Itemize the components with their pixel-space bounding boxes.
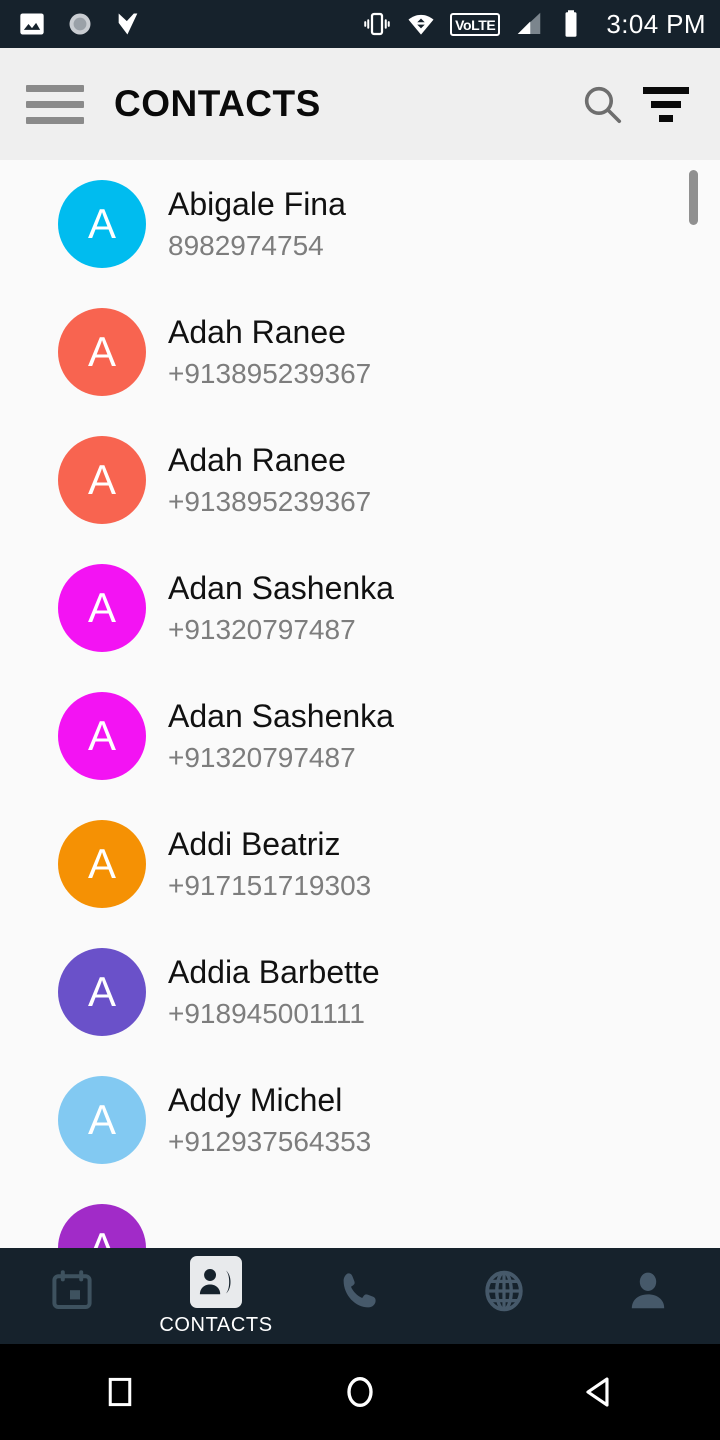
contact-name: Adah Ranee [168, 441, 346, 478]
avatar-initial: A [87, 200, 116, 247]
contact-number: +913895239367 [168, 357, 372, 389]
avatar: A [58, 1204, 146, 1248]
person-icon [624, 1267, 672, 1320]
bottom-navigation: CONTACTS [0, 1248, 720, 1344]
filter-sort-icon[interactable] [634, 72, 698, 136]
avatar-initial: A [87, 584, 116, 631]
avatar: A [58, 436, 146, 524]
sync-gear-icon [66, 10, 94, 38]
contact-name: Addia Barbette [168, 953, 380, 990]
contact-name: Addi Beatriz [168, 825, 341, 862]
filter-bars [643, 86, 689, 122]
avatar-initial: A [87, 328, 116, 375]
hamburger-menu-icon[interactable] [26, 84, 84, 124]
home-circle-icon[interactable] [300, 1344, 420, 1440]
vibrate-icon [362, 9, 392, 39]
contact-name: Adan Sashenka [168, 697, 394, 734]
contact-row-partial[interactable]: A [0, 1184, 720, 1248]
avatar-initial: A [87, 840, 116, 887]
nav-label: CONTACTS [159, 1313, 273, 1336]
contacts-list[interactable]: A Abigale Fina 8982974754 A Adah Ranee +… [0, 160, 720, 1248]
contact-row[interactable]: A Addy Michel +912937564353 [0, 1056, 720, 1184]
volte-badge: VoLTE [450, 12, 501, 36]
contact-number: 8982974754 [168, 229, 324, 261]
contact-row[interactable]: A Adah Ranee +913895239367 [0, 416, 720, 544]
contact-number: +91320797487 [168, 741, 356, 773]
contact-name: Adan Sashenka [168, 569, 394, 606]
system-navigation-bar [0, 1344, 720, 1440]
avatar-initial: A [87, 1096, 116, 1143]
avatar-initial: A [87, 968, 116, 1015]
phone-screen: VoLTE 3:04 PM CONTACTS A Abigale Fina 89… [0, 0, 720, 1440]
contact-info: Adan Sashenka +91320797487 [168, 569, 394, 645]
status-bar-clock: 3:04 PM [606, 8, 706, 39]
avatar-initial: A [87, 712, 116, 759]
recents-square-icon[interactable] [60, 1344, 180, 1440]
app-bar: CONTACTS [0, 48, 720, 160]
contact-info: Abigale Fina 8982974754 [168, 185, 346, 261]
avatar: A [58, 948, 146, 1036]
signal-icon [514, 9, 544, 39]
contact-row[interactable]: A Adan Sashenka +91320797487 [0, 672, 720, 800]
battery-icon [558, 9, 584, 39]
contact-row[interactable]: A Addi Beatriz +917151719303 [0, 800, 720, 928]
avatar: A [58, 820, 146, 908]
contact-number: +912937564353 [168, 1125, 372, 1157]
contact-number: +91320797487 [168, 613, 356, 645]
contact-row[interactable]: A Abigale Fina 8982974754 [0, 160, 720, 288]
nav-item-contacts[interactable]: CONTACTS [144, 1248, 288, 1344]
contact-row[interactable]: A Adan Sashenka +91320797487 [0, 544, 720, 672]
contact-number: +917151719303 [168, 869, 372, 901]
wifi-icon [406, 9, 436, 39]
phone-icon [336, 1267, 384, 1320]
contact-name: Abigale Fina [168, 185, 346, 222]
contact-name: Adah Ranee [168, 313, 346, 350]
nav-item-calendar[interactable] [0, 1248, 144, 1344]
avatar: A [58, 692, 146, 780]
contact-info: Addia Barbette +918945001111 [168, 953, 380, 1029]
avatar-initial: A [87, 456, 116, 503]
contact-row[interactable]: A Addia Barbette +918945001111 [0, 928, 720, 1056]
nav-item-globe[interactable] [432, 1248, 576, 1344]
avatar-initial: A [87, 1224, 116, 1248]
status-bar-notifications [18, 10, 142, 38]
contacts-icon [190, 1255, 242, 1308]
avatar: A [58, 180, 146, 268]
avatar: A [58, 308, 146, 396]
status-bar: VoLTE 3:04 PM [0, 0, 720, 48]
contact-number: +918945001111 [168, 997, 365, 1029]
search-icon[interactable] [570, 72, 634, 136]
page-title: CONTACTS [114, 83, 321, 124]
image-icon [18, 10, 46, 38]
nav-item-person[interactable] [576, 1248, 720, 1344]
calendar-icon [48, 1267, 96, 1320]
contact-info: Adah Ranee +913895239367 [168, 313, 372, 389]
contact-name: Addy Michel [168, 1081, 343, 1118]
contact-row[interactable]: A Adah Ranee +913895239367 [0, 288, 720, 416]
contact-info: Adah Ranee +913895239367 [168, 441, 372, 517]
scrollbar-thumb[interactable] [689, 170, 698, 225]
avatar: A [58, 564, 146, 652]
back-triangle-icon[interactable] [540, 1344, 660, 1440]
status-bar-system-icons: VoLTE 3:04 PM [362, 9, 706, 40]
avatar: A [58, 1076, 146, 1164]
nav-item-phone[interactable] [288, 1248, 432, 1344]
checkmark-flag-icon [114, 10, 142, 38]
contact-info: Adan Sashenka +91320797487 [168, 697, 394, 773]
contact-info: Addi Beatriz +917151719303 [168, 825, 372, 901]
contact-info: Addy Michel +912937564353 [168, 1081, 372, 1157]
contact-number: +913895239367 [168, 485, 372, 517]
globe-icon [480, 1267, 528, 1320]
